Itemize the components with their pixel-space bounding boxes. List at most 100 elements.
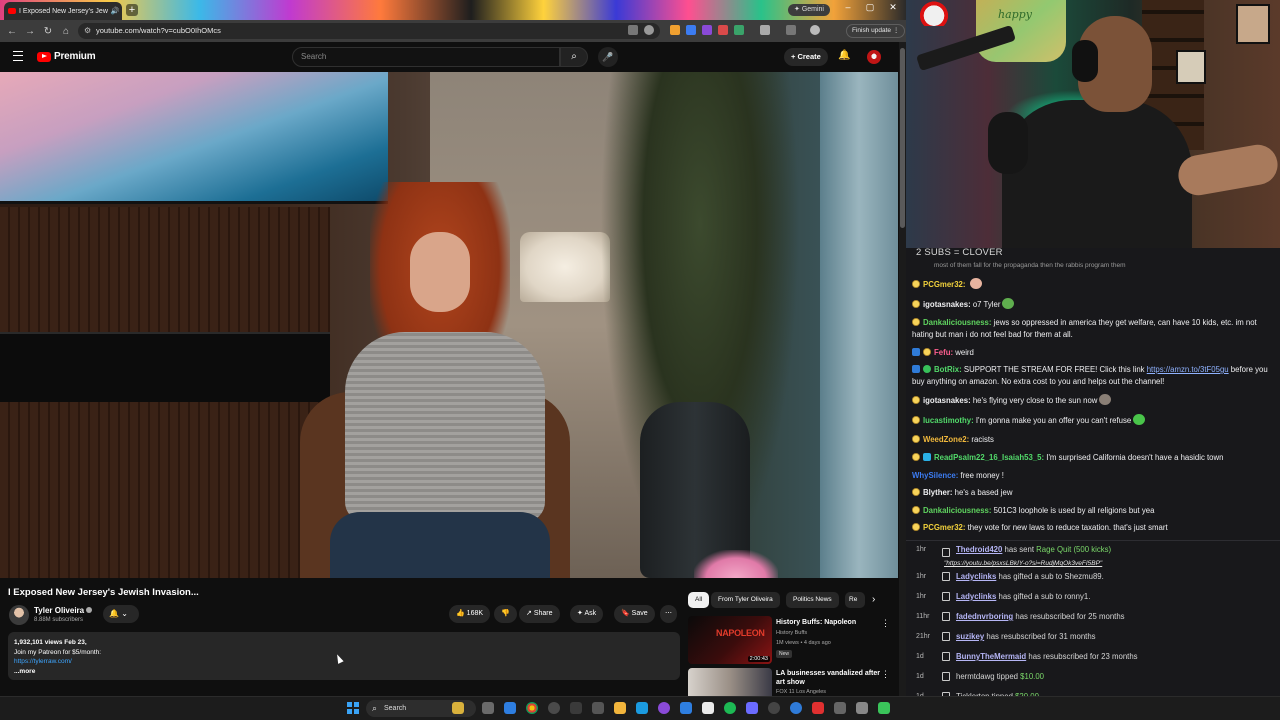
video-player[interactable] [0, 72, 898, 578]
taskbar-weather-icon[interactable] [452, 702, 464, 714]
chat-username[interactable]: ReadPsalm22_16_Isaiah53_5: [934, 453, 1046, 462]
taskbar-app-icon[interactable] [878, 702, 890, 714]
event-username[interactable]: Thedroid420 [956, 545, 1002, 554]
taskbar-app-icon[interactable] [812, 702, 824, 714]
taskbar-app-icon[interactable] [504, 702, 516, 714]
chat-username[interactable]: PCGmer32: [923, 280, 968, 289]
search-button[interactable]: ⌕ [560, 47, 588, 67]
taskbar-app-icon[interactable] [746, 702, 758, 714]
maximize-icon[interactable]: ▢ [860, 2, 880, 13]
event-username[interactable]: Ladyclinks [956, 592, 996, 601]
dislike-button[interactable]: 👎 [494, 605, 517, 623]
scrollbar-thumb[interactable] [900, 48, 905, 228]
recommendation-menu-icon[interactable]: ⋮ [881, 669, 890, 680]
minimize-icon[interactable]: – [838, 2, 858, 12]
forward-icon[interactable]: → [21, 26, 39, 37]
taskbar-app-icon[interactable] [592, 702, 604, 714]
subscription-bell-button[interactable]: 🔔 ⌄ [103, 605, 139, 623]
description-link[interactable]: https://tylerraw.com/ [14, 657, 674, 667]
notifications-bell-icon[interactable]: 🔔 [838, 50, 850, 61]
taskbar-app-icon[interactable] [680, 702, 692, 714]
recommendation-title[interactable]: LA businesses vandalized after art show [776, 669, 886, 687]
chip-all[interactable]: All [688, 592, 710, 608]
bookmark-star-icon[interactable] [644, 25, 654, 35]
description-box[interactable]: 1,932,101 views Feb 23, Join my Patreon … [8, 632, 680, 680]
taskbar-app-icon[interactable] [856, 702, 868, 714]
taskbar-app-icon[interactable] [790, 702, 802, 714]
finish-update-button[interactable]: Finish update ⋮ [846, 24, 906, 38]
more-actions-button[interactable]: ⋯ [660, 605, 677, 623]
mute-tab-icon[interactable]: 🔊 [111, 7, 120, 15]
event-username[interactable]: fadednvrboring [956, 612, 1013, 621]
extension-icon[interactable] [670, 25, 680, 35]
chip-politics-news[interactable]: Politics News [786, 592, 839, 608]
chip-truncated[interactable]: Re [845, 592, 865, 608]
back-icon[interactable]: ← [3, 26, 21, 37]
extension-icon[interactable] [702, 25, 712, 35]
channel-name[interactable]: Tyler Oliveira [34, 606, 93, 615]
account-avatar[interactable] [867, 50, 881, 64]
task-view-icon[interactable] [482, 702, 494, 714]
share-button[interactable]: ↗ Share [519, 605, 560, 623]
search-input[interactable]: Search [292, 47, 560, 67]
chat-username[interactable]: WeedZone2: [923, 435, 971, 444]
chip-from-channel[interactable]: From Tyler Oliveira [711, 592, 780, 608]
page-scrollbar[interactable] [899, 42, 906, 696]
extension-icon[interactable] [718, 25, 728, 35]
browser-tab-youtube[interactable]: I Exposed New Jersey's Jew 🔊 ✕ [4, 2, 122, 20]
taskbar-app-icon[interactable] [768, 702, 780, 714]
reload-icon[interactable]: ↻ [39, 26, 57, 37]
recommendation-thumbnail[interactable]: NAPOLEON 2:00:43 [688, 616, 772, 664]
taskbar-app-icon[interactable] [834, 702, 846, 714]
file-explorer-icon[interactable] [614, 702, 626, 714]
event-username[interactable]: suzikey [956, 632, 984, 641]
home-icon[interactable]: ⌂ [57, 26, 75, 37]
site-info-icon[interactable]: ⚙ [84, 23, 91, 39]
extension-icon[interactable] [734, 25, 744, 35]
gemini-button[interactable]: ✦ Gemini [788, 4, 830, 16]
taskbar-app-icon[interactable] [570, 702, 582, 714]
taskbar-app-icon[interactable] [636, 702, 648, 714]
event-username[interactable]: BunnyTheMermaid [956, 652, 1026, 661]
chat-username[interactable]: igotasnakes: [923, 300, 973, 309]
chat-username[interactable]: igotasnakes: [923, 396, 973, 405]
save-button[interactable]: 🔖 Save [614, 605, 655, 623]
chat-username[interactable]: PCGmer32: [923, 523, 968, 532]
chat-username[interactable]: WhySilence: [912, 471, 961, 480]
create-button[interactable]: + Create [784, 48, 828, 66]
profile-icon[interactable] [810, 25, 820, 35]
extensions-puzzle-icon[interactable] [760, 25, 770, 35]
windows-start-icon[interactable] [347, 702, 359, 714]
like-button[interactable]: 👍 168K [449, 605, 491, 623]
menu-icon[interactable] [13, 51, 23, 61]
chat-username[interactable]: BotRix: [934, 365, 964, 374]
ask-button[interactable]: ✦ Ask [570, 605, 604, 623]
event-username[interactable]: hermtdawg [956, 672, 995, 681]
taskbar-app-icon[interactable] [658, 702, 670, 714]
taskbar-app-icon[interactable] [702, 702, 714, 714]
recommendation-thumbnail[interactable] [688, 668, 772, 696]
new-tab-button[interactable]: + [126, 4, 138, 16]
taskbar-app-icon[interactable] [548, 702, 560, 714]
chat-username[interactable]: Blyther: [923, 488, 955, 497]
extension-icon[interactable] [686, 25, 696, 35]
chat-username[interactable]: Dankaliciousness: [923, 506, 994, 515]
chat-link[interactable]: https://amzn.to/3tF05gu [1147, 365, 1229, 374]
voice-search-button[interactable]: 🎤 [598, 47, 618, 67]
chrome-icon[interactable] [526, 702, 538, 714]
show-more-link[interactable]: ...more [14, 667, 674, 677]
recommendation-menu-icon[interactable]: ⋮ [881, 618, 890, 629]
youtube-logo[interactable]: Premium [37, 51, 96, 62]
sidebar-icon[interactable] [786, 25, 796, 35]
recommendation-title[interactable]: History Buffs: Napoleon [776, 618, 886, 627]
cast-icon[interactable] [628, 25, 638, 35]
chat-username[interactable]: Fefu: [934, 348, 955, 357]
address-bar[interactable]: ⚙ youtube.com/watch?v=cubO0IhOMcs [78, 23, 660, 39]
event-username[interactable]: Ladyclinks [956, 572, 996, 581]
chat-username[interactable]: Dankaliciousness: [923, 318, 994, 327]
chevron-right-icon[interactable]: › [872, 594, 875, 605]
spotify-icon[interactable] [724, 702, 736, 714]
close-window-icon[interactable]: ✕ [883, 2, 903, 13]
chat-username[interactable]: lucastimothy: [923, 416, 976, 425]
channel-avatar[interactable] [9, 605, 29, 625]
